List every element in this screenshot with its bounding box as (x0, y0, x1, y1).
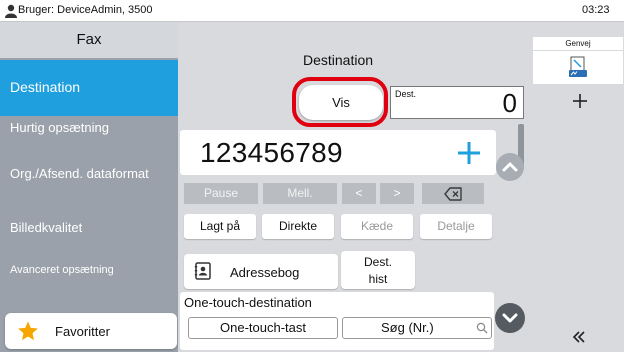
direct-button[interactable]: Direkte (262, 214, 334, 239)
add-shortcut-plus-icon[interactable] (568, 89, 592, 113)
backspace-icon (444, 187, 462, 201)
sidebar-item-destination[interactable]: Destination (0, 60, 178, 116)
double-chevron-left-icon[interactable] (569, 327, 589, 347)
shortcut-panel: Genvej (530, 22, 624, 352)
view-button[interactable]: Vis (299, 85, 383, 120)
sidebar-item-advanced-setup[interactable]: Avanceret opsætning (0, 258, 178, 302)
one-touch-panel: One-touch-destination One-touch-tast Søg… (180, 292, 494, 350)
destination-count-box: Dest. 0 (390, 86, 524, 119)
favorites-label: Favoritter (55, 324, 110, 339)
one-touch-key-button[interactable]: One-touch-tast (188, 317, 338, 339)
one-touch-title: One-touch-destination (184, 295, 312, 310)
search-icon (476, 322, 488, 334)
sidebar-item-image-quality[interactable]: Billedkvalitet (0, 210, 178, 254)
pause-key[interactable]: Pause (184, 183, 258, 204)
view-button-label: Vis (332, 95, 350, 110)
destination-count-label: Dest. (395, 89, 417, 99)
address-book-button[interactable]: Adressebog (184, 254, 338, 289)
address-book-label: Adressebog (230, 265, 300, 280)
space-key[interactable]: Mell. (263, 183, 337, 204)
sidebar: Fax Destination Hurtig opsætning Org./Af… (0, 22, 178, 352)
destination-count: 0 (502, 88, 517, 118)
search-number-label: Søg (Nr.) (381, 320, 434, 335)
user-icon (5, 4, 17, 18)
backspace-key[interactable] (422, 183, 484, 204)
book-icon (194, 262, 211, 280)
fax-number-value: 123456789 (200, 137, 343, 168)
favorites-button[interactable]: Favoritter (5, 313, 177, 349)
cursor-left-key[interactable]: < (342, 183, 376, 204)
detail-button[interactable]: Detalje (420, 214, 492, 239)
star-icon (18, 321, 38, 341)
user-label: Bruger: DeviceAdmin, 3500 (18, 4, 153, 16)
page-title: Destination (302, 52, 374, 68)
on-hook-button[interactable]: Lagt på (184, 214, 256, 239)
chain-button[interactable]: Kæde (341, 214, 413, 239)
sidebar-header-fax: Fax (0, 22, 178, 58)
shortcut-item[interactable] (533, 51, 623, 84)
clock: 03:23 (582, 4, 610, 16)
sidebar-item-quick-setup[interactable]: Hurtig opsætning (0, 118, 178, 162)
destination-history-button[interactable]: Dest. hist (341, 251, 415, 289)
destination-history-line2: hist (368, 272, 388, 286)
search-number-button[interactable]: Søg (Nr.) (342, 317, 492, 339)
chevron-down-icon[interactable] (495, 303, 525, 333)
shortcut-icon (569, 56, 587, 77)
destination-panel: Destination Vis Dest. 0 123456789 Pause … (178, 22, 530, 352)
chevron-up-icon[interactable] (496, 153, 524, 181)
destination-history-line1: Dest. (363, 255, 392, 269)
status-bar: Bruger: DeviceAdmin, 3500 03:23 (0, 0, 624, 22)
shortcut-header: Genvej (533, 37, 623, 50)
fax-number-input[interactable]: 123456789 (180, 130, 496, 175)
plus-icon[interactable] (456, 140, 482, 166)
sidebar-item-original-format[interactable]: Org./Afsend. dataformat (0, 166, 178, 210)
cursor-right-key[interactable]: > (380, 183, 414, 204)
